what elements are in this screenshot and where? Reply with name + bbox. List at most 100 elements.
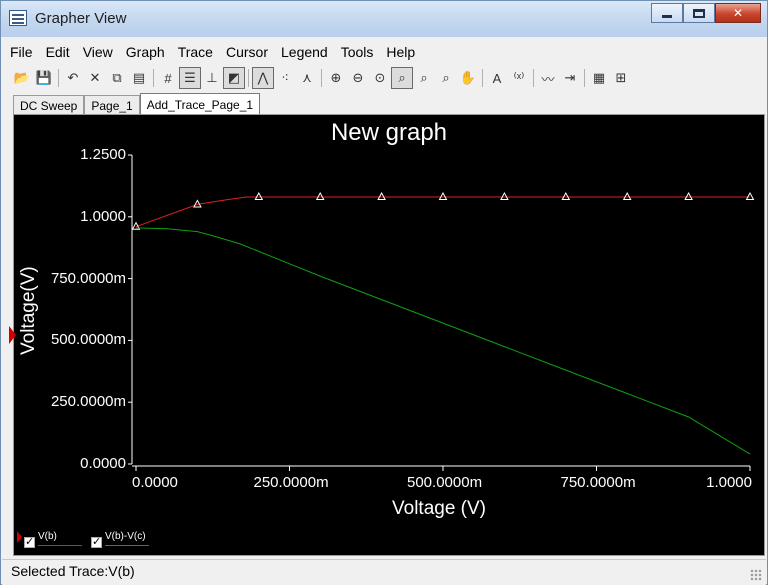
grapher-app-icon [9,10,27,26]
zoom-x-button[interactable]: ⌕ [413,67,435,89]
legend-entry[interactable]: ✓ V(b)-V(c) [91,531,149,548]
data-point-marker [561,191,571,201]
data-point-marker [254,191,264,201]
status-bar: Selected Trace:V(b) [2,559,766,585]
status-text: Selected Trace:V(b) [11,563,135,579]
data-point-marker [315,191,325,201]
window-title: Grapher View [35,10,127,27]
maximize-icon [693,8,705,18]
text-annotation-button[interactable]: A [486,67,508,89]
y-tick-label: 500.0000m [50,331,126,349]
x-tick-label: 250.0000m [253,474,329,491]
save-button[interactable]: 💾 [33,67,55,89]
menu-bar: File Edit View Graph Trace Cursor Legend Tools H… [2,41,766,63]
tab-page-1[interactable]: Page_1 [84,95,140,115]
legend-entry[interactable]: ✓ V(b) [24,531,82,548]
data-point-marker [684,191,693,201]
pan-hand-button[interactable]: ✋ [457,67,479,89]
paste-icon: ▤ [132,70,146,85]
show-points-button[interactable]: ⁖ [274,67,296,89]
open-folder-icon: 📂 [13,70,31,85]
zoom-y-icon: ⌕ [442,70,450,85]
minimize-button[interactable] [651,3,683,23]
x-tick-label: 750.0000m [560,474,636,491]
toolbar-separator [533,69,534,87]
plot-area[interactable]: New graph 0.0000 250.0000m 500.0000m 750.00… [14,115,764,527]
open-folder-button[interactable]: 📂 [11,67,33,89]
data-point-marker [500,191,509,201]
menu-legend[interactable]: Legend [281,43,328,61]
x-tick-label: 0.0000 [132,474,178,491]
export-icon: ⇥ [564,70,576,85]
maximize-button[interactable] [683,3,715,23]
menu-file[interactable]: File [10,43,33,61]
lines-points-button[interactable]: ⋏ [296,67,318,89]
properties-button[interactable]: ▦ [588,67,610,89]
legend-line-swatch [105,545,149,546]
y-tick-label: 250.0000m [50,393,126,411]
grid-button[interactable]: # [157,67,179,89]
legend: ✓ V(b) ✓ V(b)-V(c) [14,527,764,555]
legend-icon: ☰ [184,70,196,85]
invert-icon: ◩ [227,70,241,85]
legend-button[interactable]: ☰ [179,67,201,89]
legend-line-swatch [38,545,82,546]
data-point-marker [745,191,755,201]
zoom-y-button[interactable]: ⌕ [435,67,457,89]
menu-edit[interactable]: Edit [46,43,70,61]
menu-cursor[interactable]: Cursor [226,43,268,61]
properties-icon: ▦ [592,70,606,85]
legend-checkbox[interactable]: ✓ [24,537,35,548]
show-lines-button[interactable]: ⋀ [252,67,274,89]
undo-button[interactable]: ↶ [62,67,84,89]
show-points-icon: ⁖ [281,70,289,85]
copy-icon: ⧉ [112,70,122,85]
zoom-x-icon: ⌕ [420,70,428,85]
page-tabs: DC Sweep Page_1 Add_Trace_Page_1 [13,93,261,115]
zoom-out-icon: ⊖ [352,70,364,85]
x-axis-label: Voltage (V) [392,498,486,519]
zoom-area-button[interactable]: ⌕ [391,67,413,89]
tab-add-trace-page-1[interactable]: Add_Trace_Page_1 [139,93,261,115]
y-tick-label: 1.0000 [80,207,126,225]
data-label-button[interactable]: ⁽ˣ⁾ [508,67,530,89]
menu-graph[interactable]: Graph [126,43,165,61]
tab-dc-sweep[interactable]: DC Sweep [13,95,85,115]
undo-icon: ↶ [67,70,79,85]
title-bar[interactable]: Grapher View ✕ [1,1,767,37]
pan-hand-icon: ✋ [459,70,477,85]
close-button[interactable]: ✕ [715,3,761,23]
delete-icon: ✕ [89,70,101,85]
toolbar-separator [248,69,249,87]
overlay-icon: ⊞ [615,70,627,85]
zoom-reset-button[interactable]: ⊙ [369,67,391,89]
legend-label: V(b) [38,531,57,542]
lines-points-icon: ⋏ [302,70,312,85]
invert-button[interactable]: ◩ [223,67,245,89]
data-label-icon: ⁽ˣ⁾ [513,70,525,85]
resize-grip-icon[interactable] [750,569,762,581]
overlay-button[interactable]: ⊞ [610,67,632,89]
menu-help[interactable]: Help [386,43,415,61]
menu-trace[interactable]: Trace [178,43,213,61]
chart-svg[interactable] [14,115,764,527]
selected-trace-marker-icon [17,531,22,543]
y-axis-label: Voltage(V) [18,266,39,355]
data-point-marker [377,191,386,201]
series-line-1 [135,227,751,455]
cursors-button[interactable]: 〰 [537,67,559,89]
delete-button[interactable]: ✕ [84,67,106,89]
minimize-icon [662,15,672,18]
window-controls: ✕ [651,3,761,23]
menu-tools[interactable]: Tools [341,43,374,61]
x-tick-label: 1.0000 [706,474,752,491]
zoom-in-button[interactable]: ⊕ [325,67,347,89]
copy-button[interactable]: ⧉ [106,67,128,89]
data-point-marker [438,191,448,201]
zoom-out-button[interactable]: ⊖ [347,67,369,89]
menu-view[interactable]: View [83,43,113,61]
legend-checkbox[interactable]: ✓ [91,537,102,548]
export-button[interactable]: ⇥ [559,67,581,89]
ticks-button[interactable]: ⊥ [201,67,223,89]
paste-button[interactable]: ▤ [128,67,150,89]
